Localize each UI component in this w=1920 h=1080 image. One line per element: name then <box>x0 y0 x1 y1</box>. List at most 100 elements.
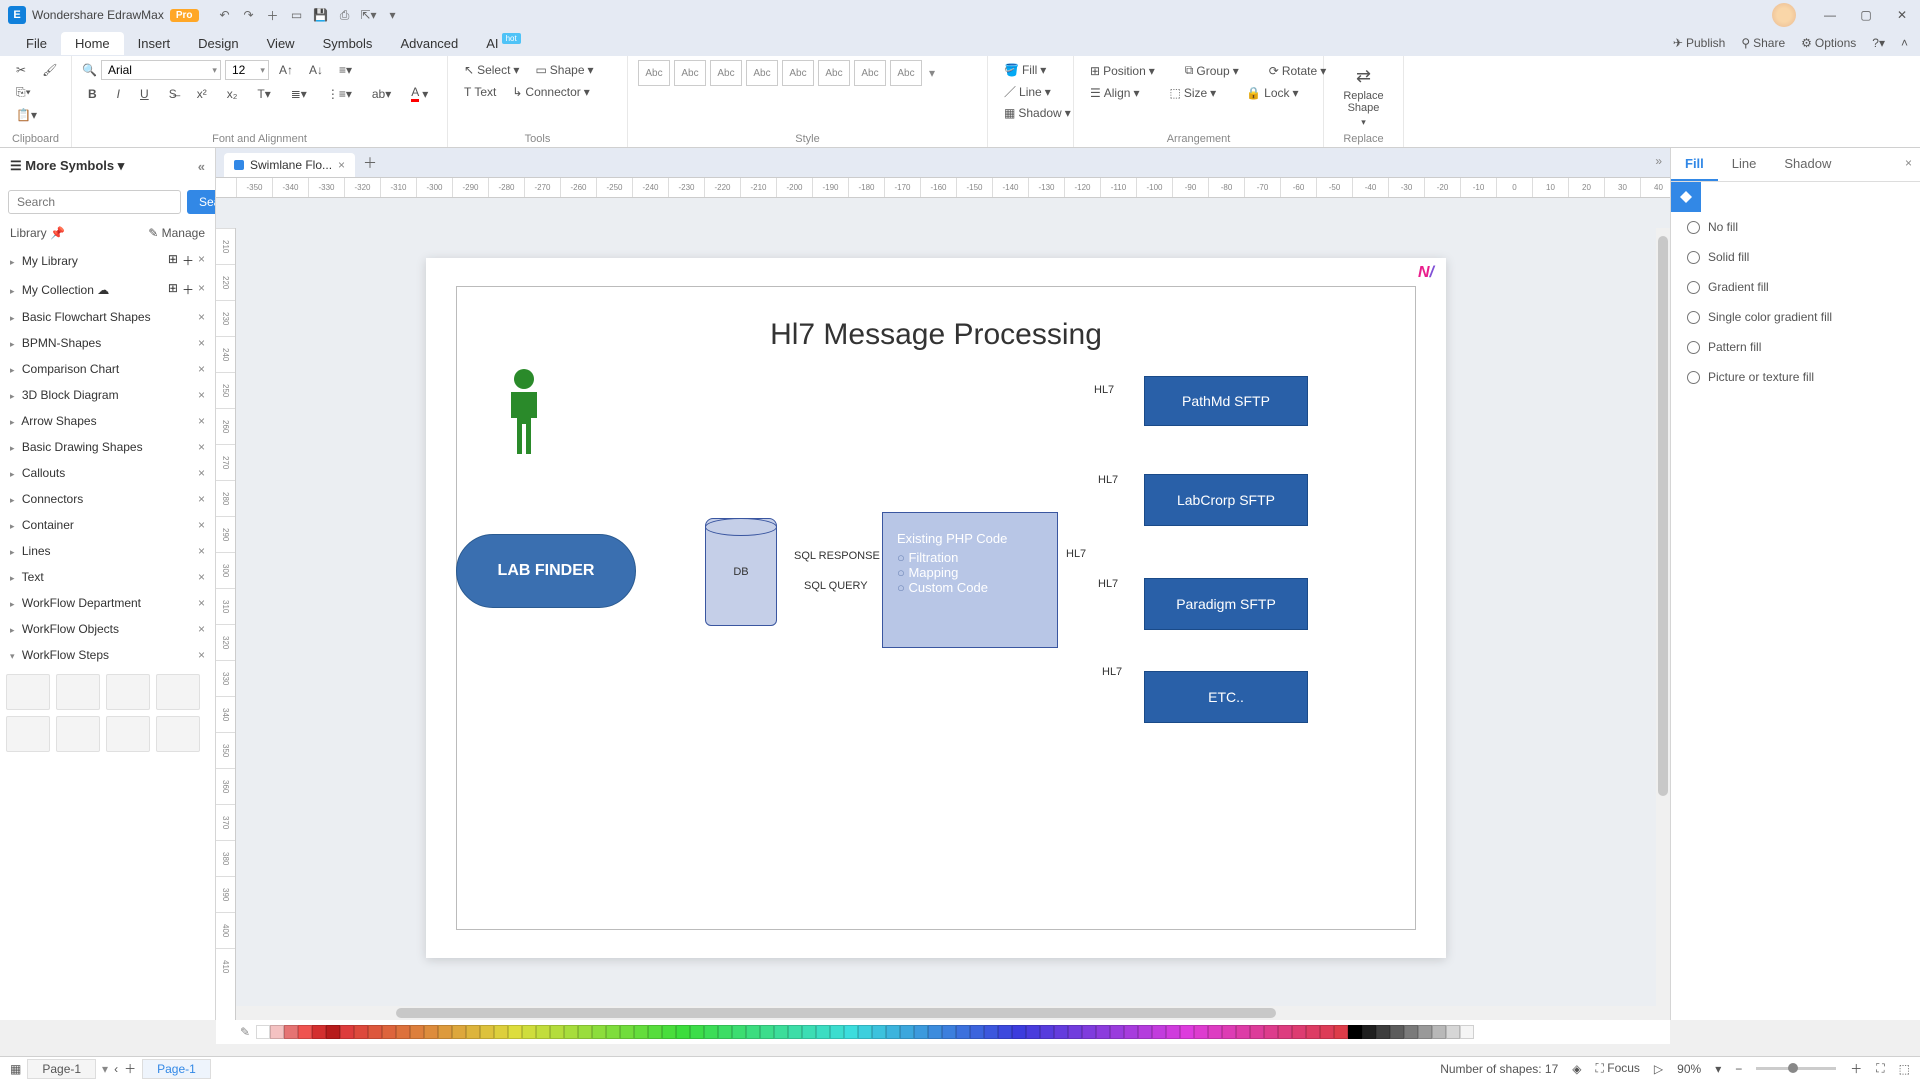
color-swatch[interactable] <box>1460 1025 1474 1039</box>
library-category[interactable]: ▸ Basic Flowchart Shapes× <box>0 304 215 330</box>
menu-advanced[interactable]: Advanced <box>386 32 472 55</box>
fullscreen-button[interactable]: ⬚ <box>1899 1062 1910 1076</box>
color-swatch[interactable] <box>270 1025 284 1039</box>
color-swatch[interactable] <box>1096 1025 1110 1039</box>
rp-close-button[interactable]: × <box>1905 156 1912 170</box>
page-tab[interactable]: Page-1 <box>27 1059 96 1079</box>
color-swatch[interactable] <box>1278 1025 1292 1039</box>
page-tab-active[interactable]: Page-1 <box>142 1059 211 1079</box>
superscript-button[interactable]: x² <box>191 84 213 104</box>
rp-tab-line[interactable]: Line <box>1718 148 1771 181</box>
lock-button[interactable]: 🔒 Lock▾ <box>1240 83 1304 103</box>
color-swatch[interactable] <box>1348 1025 1362 1039</box>
color-swatch[interactable] <box>802 1025 816 1039</box>
color-swatch[interactable] <box>1292 1025 1306 1039</box>
color-swatch[interactable] <box>1376 1025 1390 1039</box>
color-swatch[interactable] <box>522 1025 536 1039</box>
library-category[interactable]: ▸ Comparison Chart× <box>0 356 215 382</box>
color-swatch[interactable] <box>634 1025 648 1039</box>
color-swatch[interactable] <box>480 1025 494 1039</box>
symbol-search-input[interactable] <box>8 190 181 214</box>
underline-button[interactable]: U <box>134 84 155 104</box>
case-button[interactable]: T▾ <box>251 84 276 104</box>
color-swatch[interactable] <box>760 1025 774 1039</box>
color-swatch[interactable] <box>620 1025 634 1039</box>
library-category[interactable]: ▸ Container× <box>0 512 215 538</box>
page-view-icon[interactable]: ▦ <box>10 1062 21 1076</box>
h-scrollbar[interactable] <box>236 1006 1670 1020</box>
save-button[interactable]: 💾 <box>311 5 331 25</box>
options-button[interactable]: ⚙ Options <box>1801 36 1856 50</box>
expand-right-panel-button[interactable]: » <box>1655 154 1662 168</box>
library-category[interactable]: ▸ WorkFlow Objects× <box>0 616 215 642</box>
library-category[interactable]: ▸ Connectors× <box>0 486 215 512</box>
menu-insert[interactable]: Insert <box>124 32 185 55</box>
color-swatch[interactable] <box>718 1025 732 1039</box>
align-text-button[interactable]: ≡▾ <box>333 60 358 80</box>
rp-tab-fill[interactable]: Fill <box>1671 148 1718 181</box>
color-swatch[interactable] <box>676 1025 690 1039</box>
color-swatch[interactable] <box>690 1025 704 1039</box>
color-swatch[interactable] <box>340 1025 354 1039</box>
color-swatch[interactable] <box>900 1025 914 1039</box>
color-swatch[interactable] <box>746 1025 760 1039</box>
color-swatch[interactable] <box>452 1025 466 1039</box>
color-swatch[interactable] <box>1222 1025 1236 1039</box>
size-button[interactable]: ⬚ Size▾ <box>1163 83 1222 103</box>
color-swatch[interactable] <box>1236 1025 1250 1039</box>
line-spacing-button[interactable]: ≣▾ <box>285 84 313 104</box>
color-swatch[interactable] <box>886 1025 900 1039</box>
increase-font-button[interactable]: A↑ <box>273 60 299 80</box>
bullets-button[interactable]: ⋮≡▾ <box>321 84 358 104</box>
color-swatch[interactable] <box>1320 1025 1334 1039</box>
sftp-box[interactable]: Paradigm SFTP <box>1144 578 1308 630</box>
color-swatch[interactable] <box>914 1025 928 1039</box>
font-family-select[interactable]: Arial <box>101 60 221 80</box>
minimize-button[interactable]: — <box>1812 0 1848 30</box>
color-swatch[interactable] <box>326 1025 340 1039</box>
style-preset[interactable]: Abc <box>638 60 670 86</box>
color-swatch[interactable] <box>284 1025 298 1039</box>
document-tab[interactable]: Swimlane Flo... × <box>224 153 355 177</box>
rotate-button[interactable]: ⟳ Rotate▾ <box>1263 61 1332 81</box>
color-swatch[interactable] <box>536 1025 550 1039</box>
style-preset[interactable]: Abc <box>746 60 778 86</box>
color-swatch[interactable] <box>396 1025 410 1039</box>
shadow-button[interactable]: ▦ Shadow▾ <box>998 103 1063 123</box>
color-swatch[interactable] <box>1110 1025 1124 1039</box>
style-preset[interactable]: Abc <box>710 60 742 86</box>
print-button[interactable]: ⎙ <box>335 5 355 25</box>
library-category[interactable]: ▸ Lines× <box>0 538 215 564</box>
shape-tool-button[interactable]: ▭ Shape▾ <box>529 60 599 80</box>
color-swatch[interactable] <box>1082 1025 1096 1039</box>
style-preset[interactable]: Abc <box>782 60 814 86</box>
color-swatch[interactable] <box>1432 1025 1446 1039</box>
db-shape[interactable]: DB <box>705 518 777 626</box>
color-swatch[interactable] <box>844 1025 858 1039</box>
line-button[interactable]: ／ Line▾ <box>998 80 1063 103</box>
text-tool-button[interactable]: T Text <box>458 82 502 102</box>
library-category[interactable]: ▸ Arrow Shapes× <box>0 408 215 434</box>
fill-option[interactable]: Picture or texture fill <box>1671 362 1920 392</box>
menu-file[interactable]: File <box>12 32 61 55</box>
highlight-button[interactable]: ab▾ <box>366 84 397 104</box>
library-category[interactable]: ▸ Callouts× <box>0 460 215 486</box>
color-swatch[interactable] <box>1026 1025 1040 1039</box>
eyedropper-icon[interactable]: ✎ <box>240 1025 250 1039</box>
publish-button[interactable]: ✈ Publish <box>1673 36 1725 50</box>
color-swatch[interactable] <box>1250 1025 1264 1039</box>
collapse-left-button[interactable]: « <box>198 159 205 174</box>
symbol-thumb[interactable] <box>56 716 100 752</box>
menu-view[interactable]: View <box>253 32 309 55</box>
zoom-out-button[interactable]: − <box>1735 1062 1742 1076</box>
zoom-in-button[interactable]: ＋ <box>1850 1060 1862 1077</box>
fill-option[interactable]: Single color gradient fill <box>1671 302 1920 332</box>
fill-option[interactable]: No fill <box>1671 212 1920 242</box>
align-button[interactable]: ☰ Align▾ <box>1084 83 1145 103</box>
labfinder-shape[interactable]: LAB FINDER <box>456 534 636 608</box>
style-preset[interactable]: Abc <box>854 60 886 86</box>
color-swatch[interactable] <box>410 1025 424 1039</box>
color-swatch[interactable] <box>704 1025 718 1039</box>
select-tool-button[interactable]: ↖ Select▾ <box>458 60 525 80</box>
library-category[interactable]: ▾ WorkFlow Steps× <box>0 642 215 668</box>
